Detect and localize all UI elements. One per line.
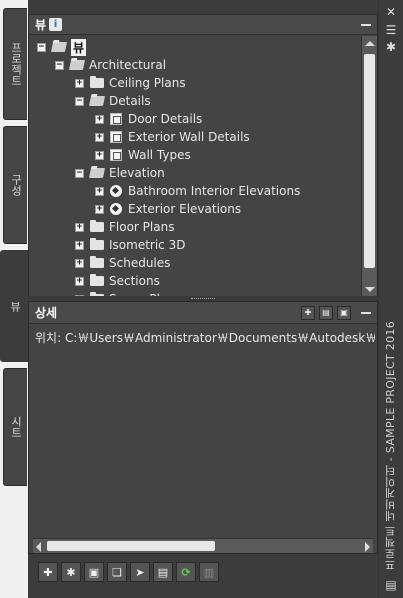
tree-item[interactable]: + Exterior Wall Details xyxy=(29,128,354,146)
tree-item-label: Sections xyxy=(109,274,160,288)
expand-icon[interactable]: + xyxy=(75,276,84,286)
refresh-button[interactable]: ⟳ xyxy=(176,562,196,582)
info-icon[interactable]: i xyxy=(49,18,63,31)
views-vertical-scrollbar[interactable] xyxy=(361,36,377,297)
collapse-icon[interactable]: − xyxy=(75,96,84,106)
details-minimize-button[interactable] xyxy=(361,311,371,314)
tree-item-label: Details xyxy=(109,94,151,108)
tree-item[interactable]: − Details xyxy=(29,92,354,110)
location-text: 위치: C:￦Users￦Administrator￦Documents￦Aut… xyxy=(35,331,375,345)
side-tab-strip: 프로젝트 구성 뷰 시트 xyxy=(0,0,29,598)
tree-item[interactable]: + Exterior Elevations xyxy=(29,200,354,218)
elevation-view-icon xyxy=(110,185,122,197)
folder-open-icon xyxy=(88,168,106,178)
tree-item[interactable]: + Bathroom Interior Elevations xyxy=(29,182,354,200)
tree-item-label: Isometric 3D xyxy=(109,238,186,252)
folder-open-icon xyxy=(88,96,106,106)
tree-item-label: Ceiling Plans xyxy=(109,76,186,90)
palette-title-bar: ✕ ☰ ✱ 프로젝트 네비게이터 - SAMPLE PROJECT 2016 ▤ xyxy=(378,0,403,598)
tree-item-label: Elevation xyxy=(109,166,165,180)
details-add-icon[interactable]: ✚ xyxy=(301,305,315,320)
clipboard-button[interactable]: ❏ xyxy=(107,562,127,582)
bottom-toolbar: ✚ ✱ ▣ ❏ ➤ ▤ ⟳ ▥ xyxy=(28,557,378,587)
expand-icon[interactable]: + xyxy=(95,114,104,124)
new-detail-button[interactable]: ✱ xyxy=(61,562,81,582)
folder-icon xyxy=(90,76,104,88)
scroll-right-arrow-icon[interactable] xyxy=(365,542,370,552)
expand-icon[interactable]: + xyxy=(95,186,104,196)
tree-item[interactable]: + Door Details xyxy=(29,110,354,128)
scrollbar-thumb[interactable] xyxy=(364,54,375,268)
collapse-icon[interactable]: − xyxy=(55,60,64,70)
tree-item[interactable]: + Schedules xyxy=(29,254,354,272)
tree-item[interactable]: + Wall Types xyxy=(29,146,354,164)
views-panel-header: 뷰 i xyxy=(29,15,377,35)
project-navigator-window: 프로젝트 구성 뷰 시트 뷰 i − 뷰 − Architectural + Ceilin… xyxy=(0,0,403,598)
folder-open-icon xyxy=(68,60,86,70)
expand-icon[interactable]: + xyxy=(95,132,104,142)
expand-icon[interactable]: + xyxy=(95,150,104,160)
folder-icon xyxy=(90,256,104,268)
views-panel-title: 뷰 xyxy=(35,18,47,32)
horizontal-scrollbar-thumb[interactable] xyxy=(47,541,215,551)
tree-item[interactable]: − Architectural xyxy=(29,56,354,74)
detail-view-icon xyxy=(110,131,122,143)
details-panel: 상세 ✚ ▤ ▣ 위치: C:￦Users￦Administrator￦Docu… xyxy=(28,301,378,554)
views-tree[interactable]: − 뷰 − Architectural + Ceiling Plans − Details + D… xyxy=(29,36,354,297)
new-view-button[interactable]: ✚ xyxy=(38,562,58,582)
scroll-up-arrow-icon[interactable] xyxy=(365,41,375,46)
expand-icon[interactable]: + xyxy=(75,78,84,88)
tree-item-label: Floor Plans xyxy=(109,220,175,234)
archive-button[interactable]: ▥ xyxy=(199,562,219,582)
elevation-view-icon xyxy=(110,203,122,215)
details-list-icon[interactable]: ▤ xyxy=(319,305,333,320)
folder-open-icon xyxy=(50,42,68,52)
detail-view-icon xyxy=(110,149,122,161)
tree-item-label: Exterior Wall Details xyxy=(128,130,250,144)
table-button[interactable]: ▤ xyxy=(153,562,173,582)
detail-view-icon xyxy=(110,113,122,125)
folder-icon xyxy=(90,220,104,232)
pin-icon[interactable]: ✱ xyxy=(384,40,398,54)
details-preview-icon[interactable]: ▣ xyxy=(337,305,351,320)
expand-icon[interactable]: + xyxy=(75,240,84,250)
properties-icon[interactable]: ▤ xyxy=(384,578,398,592)
details-panel-title: 상세 xyxy=(35,306,58,320)
tab-project[interactable]: 프로젝트 xyxy=(3,8,27,120)
tree-item-label: Exterior Elevations xyxy=(128,202,242,216)
tab-constructs[interactable]: 구성 xyxy=(3,126,27,244)
tree-item-label: 뷰 xyxy=(71,38,87,56)
tree-item-label: Wall Types xyxy=(128,148,191,162)
tree-item[interactable]: + Ceiling Plans xyxy=(29,74,354,92)
scroll-left-arrow-icon[interactable] xyxy=(36,542,41,552)
scroll-down-arrow-icon[interactable] xyxy=(365,287,375,292)
tree-item[interactable]: + Sections xyxy=(29,272,354,290)
tree-item-label: Bathroom Interior Elevations xyxy=(128,184,301,198)
details-panel-header: 상세 ✚ ▤ ▣ xyxy=(29,302,377,324)
expand-icon[interactable]: + xyxy=(75,258,84,268)
expand-icon[interactable]: + xyxy=(75,222,84,232)
tree-item[interactable]: − 뷰 xyxy=(29,38,354,56)
collapse-icon[interactable]: − xyxy=(75,168,84,178)
tab-views[interactable]: 뷰 xyxy=(0,250,29,362)
tree-item[interactable]: + Isometric 3D xyxy=(29,236,354,254)
expand-icon[interactable]: + xyxy=(95,204,104,214)
tree-item-label: Door Details xyxy=(128,112,203,126)
details-horizontal-scrollbar[interactable] xyxy=(33,538,373,553)
folder-icon xyxy=(90,238,104,250)
views-panel: 뷰 i − 뷰 − Architectural + Ceiling Plans − Detai… xyxy=(28,14,378,297)
tab-sheets[interactable]: 시트 xyxy=(3,368,27,486)
menu-icon[interactable]: ☰ xyxy=(384,23,398,37)
tree-item[interactable]: + Floor Plans xyxy=(29,218,354,236)
folder-icon xyxy=(90,274,104,286)
tree-item-label: Architectural xyxy=(89,58,167,72)
collapse-icon[interactable]: − xyxy=(37,42,46,52)
views-minimize-button[interactable] xyxy=(361,23,371,26)
select-button[interactable]: ➤ xyxy=(130,562,150,582)
tree-item[interactable]: − Elevation xyxy=(29,164,354,182)
view-properties-button[interactable]: ▣ xyxy=(84,562,104,582)
tree-item-label: Schedules xyxy=(109,256,171,270)
close-icon[interactable]: ✕ xyxy=(384,5,398,19)
palette-title: 프로젝트 네비게이터 - SAMPLE PROJECT 2016 xyxy=(384,320,397,571)
